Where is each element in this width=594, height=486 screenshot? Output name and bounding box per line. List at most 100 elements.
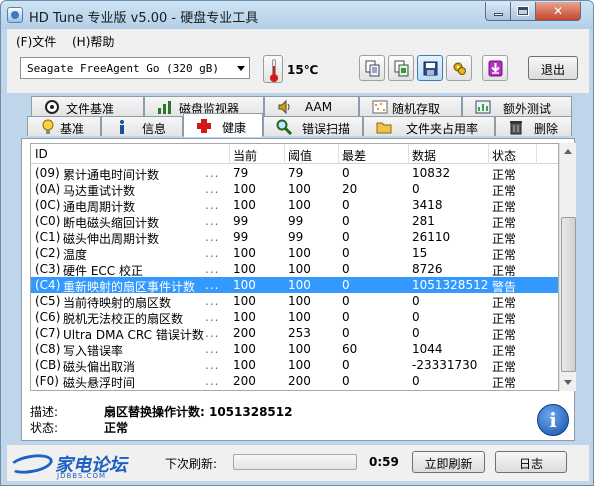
scroll-up-icon[interactable] xyxy=(564,149,572,154)
copy-screen-button[interactable] xyxy=(388,55,414,81)
tab-label: 健康 xyxy=(222,121,247,135)
status-bar: 家电论坛 JDBBS.COM 下次刷新: 0:59 立即刷新 日志 xyxy=(7,445,589,481)
download-button[interactable] xyxy=(482,55,508,81)
row-threshold: 100 xyxy=(288,294,311,308)
tab-file-benchmark[interactable]: 文件基准 xyxy=(31,96,144,116)
tab-aam[interactable]: AAM xyxy=(264,96,359,116)
tab-erase[interactable]: 删除 xyxy=(495,116,572,136)
options-button[interactable] xyxy=(446,55,472,81)
maximize-button[interactable] xyxy=(510,2,536,21)
scroll-thumb[interactable] xyxy=(561,217,576,372)
table-row[interactable]: (C3) 硬件 ECC 校正... 100 100 0 8726 正常 xyxy=(31,261,558,278)
tab-health[interactable]: 健康 xyxy=(183,113,263,137)
row-id: (C7) xyxy=(35,326,61,340)
table-row[interactable]: (0C) 通电周期计数... 100 100 0 3418 正常 xyxy=(31,197,558,214)
table-row[interactable]: (C4) 重新映射的扇区事件计数... 100 100 0 1051328512 警告 xyxy=(31,277,558,294)
row-dots: ... xyxy=(205,310,220,324)
smart-table[interactable]: ID 当前 阈值 最差 数据 状态 (09) 累计通电时间计数... 79 79 0 10… xyxy=(30,143,559,391)
tab-info[interactable]: 信息 xyxy=(101,116,183,136)
menu-bar: (F)文件 (H)帮助 xyxy=(7,29,589,51)
row-threshold: 100 xyxy=(288,310,311,324)
tab-label: 文件基准 xyxy=(66,102,115,116)
row-worst: 0 xyxy=(342,374,350,388)
row-id: (C4) xyxy=(35,278,61,292)
health-panel: ID 当前 阈值 最差 数据 状态 (09) 累计通电时间计数... 79 79 0 10… xyxy=(21,138,576,441)
table-row[interactable]: (C1) 磁头伸出周期计数... 99 99 0 26110 正常 xyxy=(31,229,558,246)
table-row[interactable]: (F0) 磁头悬浮时间... 200 200 0 0 正常 xyxy=(31,373,558,390)
row-worst: 0 xyxy=(342,246,350,260)
info-icon: i xyxy=(537,404,569,436)
row-id: (C5) xyxy=(35,294,61,308)
row-current: 100 xyxy=(233,294,256,308)
tab-benchmark[interactable]: 基准 xyxy=(27,116,101,136)
minimize-button[interactable] xyxy=(485,2,511,21)
row-data: -23331730 xyxy=(412,358,478,372)
drive-select[interactable]: Seagate FreeAgent Go (320 gB) xyxy=(20,57,250,79)
row-worst: 0 xyxy=(342,198,350,212)
column-header-current[interactable]: 当前 xyxy=(233,147,257,164)
row-data: 10832 xyxy=(412,166,451,180)
row-dots: ... xyxy=(205,246,220,260)
column-header-data[interactable]: 数据 xyxy=(412,147,436,164)
health-cross-icon xyxy=(197,119,211,133)
row-worst: 0 xyxy=(342,326,350,340)
row-dots: ... xyxy=(205,230,220,244)
disk-monitor-icon xyxy=(158,101,171,114)
tab-error-scan[interactable]: 错误扫描 xyxy=(263,116,363,136)
description-label: 描述: xyxy=(30,405,59,419)
column-header-worst[interactable]: 最差 xyxy=(342,147,366,164)
row-id: (C1) xyxy=(35,230,61,244)
row-dots: ... xyxy=(205,214,220,228)
table-row[interactable]: (C6) 脱机无法校正的扇区数... 100 100 0 0 正常 xyxy=(31,309,558,326)
window-title: HD Tune 专业版 v5.00 - 硬盘专业工具 xyxy=(29,11,259,26)
table-header: ID 当前 阈值 最差 数据 状态 xyxy=(31,144,558,164)
row-id: (0A) xyxy=(35,182,61,196)
column-header-threshold[interactable]: 阈值 xyxy=(288,147,312,164)
save-button[interactable] xyxy=(417,55,443,81)
table-row[interactable]: (CB) 磁头偏出取消... 100 100 0 -23331730 正常 xyxy=(31,357,558,374)
tab-random-access[interactable]: 随机存取 xyxy=(359,96,462,116)
tab-extra-tests[interactable]: 额外测试 xyxy=(462,96,572,116)
row-worst: 0 xyxy=(342,310,350,324)
lightbulb-icon xyxy=(42,119,54,134)
exit-button[interactable]: 退出 xyxy=(528,56,578,80)
save-icon xyxy=(423,61,438,76)
column-header-status[interactable]: 状态 xyxy=(492,147,516,164)
trash-icon xyxy=(510,121,522,135)
row-dots: ... xyxy=(205,342,220,356)
log-button[interactable]: 日志 xyxy=(495,451,567,473)
row-current: 200 xyxy=(233,326,256,340)
folder-icon xyxy=(376,122,392,134)
logo-swoosh-icon xyxy=(7,451,55,477)
table-row[interactable]: (C2) 温度... 100 100 0 15 正常 xyxy=(31,245,558,262)
menu-file[interactable]: (F)文件 xyxy=(16,33,56,50)
row-id: (C6) xyxy=(35,310,61,324)
chevron-down-icon xyxy=(237,66,245,71)
row-id: (CB) xyxy=(35,358,61,372)
copy-text-button[interactable] xyxy=(359,55,385,81)
table-row[interactable]: (C7) Ultra DMA CRC 错误计数... 200 253 0 0 正常 xyxy=(31,325,558,342)
row-worst: 0 xyxy=(342,278,350,292)
row-id: (C8) xyxy=(35,342,61,356)
row-data: 0 xyxy=(412,374,420,388)
scroll-down-icon[interactable] xyxy=(564,380,572,385)
column-header-id[interactable]: ID xyxy=(35,147,48,161)
table-row[interactable]: (C5) 当前待映射的扇区数... 100 100 0 0 正常 xyxy=(31,293,558,310)
row-data: 281 xyxy=(412,214,435,228)
table-row[interactable]: (0A) 马达重试计数... 100 100 20 0 正常 xyxy=(31,181,558,198)
row-data: 0 xyxy=(412,182,420,196)
row-dots: ... xyxy=(205,358,220,372)
table-row[interactable]: (C8) 写入错误率... 100 100 60 1044 正常 xyxy=(31,341,558,358)
refresh-now-button[interactable]: 立即刷新 xyxy=(412,451,485,473)
table-row[interactable]: (09) 累计通电时间计数... 79 79 0 10832 正常 xyxy=(31,165,558,182)
table-row[interactable]: (C0) 断电磁头缩回计数... 99 99 0 281 正常 xyxy=(31,213,558,230)
row-worst: 0 xyxy=(342,166,350,180)
menu-help[interactable]: (H)帮助 xyxy=(72,33,114,50)
title-bar[interactable]: HD Tune 专业版 v5.00 - 硬盘专业工具 ✕ xyxy=(1,1,593,29)
row-worst: 20 xyxy=(342,182,358,196)
close-button[interactable]: ✕ xyxy=(535,2,581,21)
tab-folder-usage[interactable]: 文件夹占用率 xyxy=(363,116,495,136)
row-data: 15 xyxy=(412,246,428,260)
vertical-scrollbar[interactable] xyxy=(559,143,576,391)
row-name: 磁头悬浮时间 xyxy=(63,376,136,390)
